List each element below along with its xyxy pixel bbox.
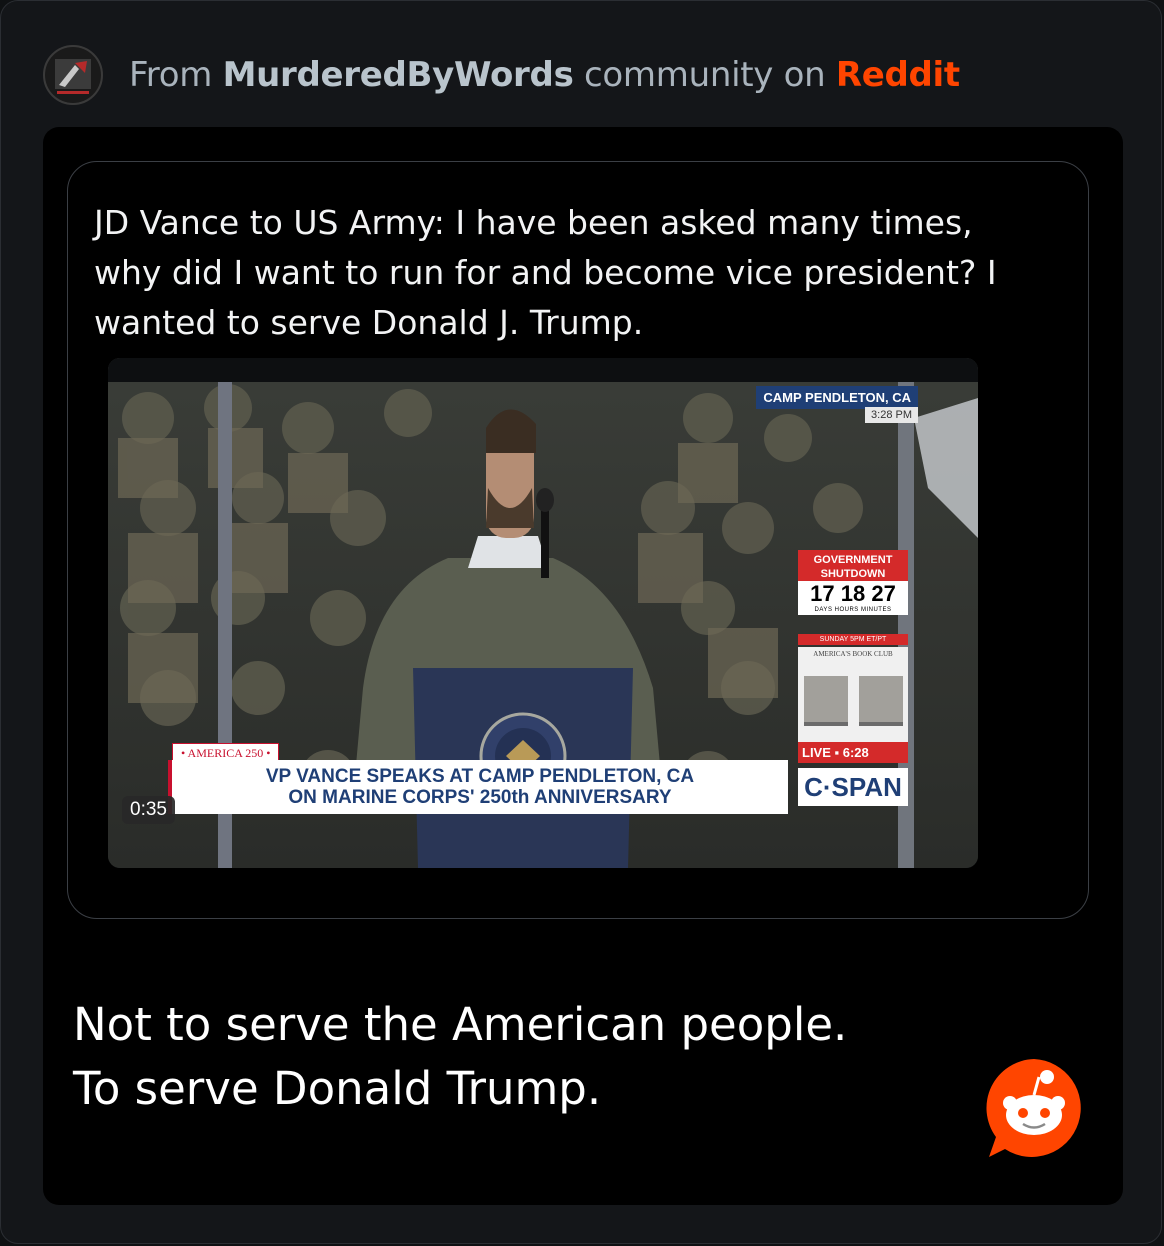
location-tag: CAMP PENDLETON, CA (756, 386, 918, 409)
source-header: From MurderedByWords community on Reddit (43, 45, 960, 105)
caption-line-1: VP VANCE SPEAKS AT CAMP PENDLETON, CA (265, 766, 695, 787)
header-middle: community on (584, 55, 826, 95)
video-player[interactable]: CAMP PENDLETON, CA 3:28 PM GOVERNMENT SH… (108, 358, 978, 868)
comment-text: Not to serve the American people. To ser… (73, 993, 973, 1121)
post-title: JD Vance to US Army: I have been asked m… (94, 203, 997, 342)
reddit-snoo-icon (983, 1057, 1085, 1163)
video-duration-badge: 0:35 (122, 796, 175, 824)
community-avatar-icon[interactable] (43, 45, 103, 105)
platform-name-link[interactable]: Reddit (836, 55, 960, 95)
live-indicator: LIVE ▪ 6:28 (798, 742, 908, 763)
post-card: JD Vance to US Army: I have been asked m… (43, 127, 1123, 1205)
share-card-frame: From MurderedByWords community on Reddit… (0, 0, 1162, 1244)
shutdown-title: GOVERNMENT SHUTDOWN (798, 550, 908, 584)
promo-show: AMERICA'S BOOK CLUB (813, 650, 893, 658)
community-name-link[interactable]: MurderedByWords (223, 55, 574, 95)
promo-box: AMERICA'S BOOK CLUB (798, 647, 908, 747)
shutdown-countdown: 17 18 27 (798, 581, 908, 607)
source-text: From MurderedByWords community on Reddit (129, 55, 960, 95)
caption-line-2: ON MARINE CORPS' 250th ANNIVERSARY (288, 787, 672, 808)
guest-image (803, 676, 848, 726)
network-logo: C·SPAN (798, 768, 908, 806)
promo-guest-images (798, 676, 908, 726)
shutdown-units: DAYS HOURS MINUTES (798, 607, 908, 615)
lower-third-caption: VP VANCE SPEAKS AT CAMP PENDLETON, CA ON… (168, 760, 788, 814)
comment-line-2: To serve Donald Trump. (73, 1062, 602, 1115)
promo-time: SUNDAY 5PM ET/PT (798, 634, 908, 645)
quoted-post[interactable]: JD Vance to US Army: I have been asked m… (67, 161, 1089, 919)
time-tag: 3:28 PM (865, 407, 918, 423)
comment-line-1: Not to serve the American people. (73, 998, 848, 1051)
guest-image (858, 676, 903, 726)
header-prefix: From (129, 55, 213, 95)
